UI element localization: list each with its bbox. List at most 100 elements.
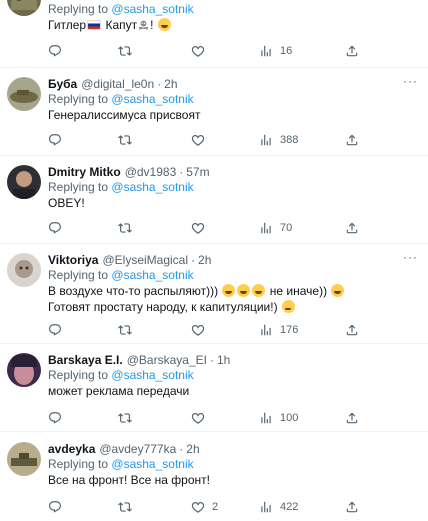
tweet-text: Все на фронт! Все на фронт! bbox=[48, 473, 210, 487]
like-icon bbox=[191, 44, 205, 58]
tweet-header: Viktoriya @ElyseiMagical · 2h bbox=[48, 253, 420, 268]
timestamp[interactable]: 57m bbox=[186, 165, 209, 180]
retweet-button[interactable] bbox=[118, 44, 132, 58]
separator-dot: · bbox=[209, 353, 214, 367]
views-button[interactable]: 16 bbox=[259, 44, 292, 58]
reply-button[interactable] bbox=[48, 221, 62, 235]
reply-button[interactable] bbox=[48, 411, 62, 425]
retweet-button[interactable] bbox=[118, 411, 132, 425]
tweet-header: Barskaya E.I. @Barskaya_EI · 1h bbox=[48, 353, 420, 368]
like-button[interactable] bbox=[191, 133, 205, 147]
grin-emoji-icon bbox=[331, 284, 345, 297]
tweet-0[interactable]: Replying to @sasha_sotnik Гитлер Капут! … bbox=[0, 0, 428, 68]
tweet-header: Буба @digital_le0n · 2h bbox=[48, 77, 420, 92]
replying-to: Replying to @sasha_sotnik bbox=[48, 368, 194, 382]
share-button[interactable] bbox=[345, 500, 359, 514]
retweet-button[interactable] bbox=[118, 500, 132, 514]
like-button[interactable] bbox=[191, 323, 205, 337]
share-icon bbox=[345, 411, 359, 425]
timestamp[interactable]: 1h bbox=[217, 353, 230, 368]
reply-icon bbox=[48, 411, 62, 425]
more-icon[interactable]: ··· bbox=[403, 74, 418, 88]
retweet-button[interactable] bbox=[118, 133, 132, 147]
like-button[interactable]: 2 bbox=[191, 500, 218, 514]
tweet-1[interactable]: Буба @digital_le0n · 2h Replying to @sas… bbox=[0, 68, 428, 156]
avatar[interactable] bbox=[7, 353, 41, 387]
reply-icon bbox=[48, 221, 62, 235]
like-button[interactable] bbox=[191, 44, 205, 58]
avatar[interactable] bbox=[7, 77, 41, 111]
views-count: 422 bbox=[280, 501, 299, 513]
user-handle[interactable]: @digital_le0n bbox=[81, 77, 154, 92]
views-button[interactable]: 70 bbox=[259, 221, 292, 235]
share-icon bbox=[345, 44, 359, 58]
views-button[interactable]: 422 bbox=[259, 500, 298, 514]
tweet-header: avdeyka @avdey777ka · 2h bbox=[48, 442, 420, 457]
timestamp[interactable]: 2h bbox=[186, 442, 199, 457]
reply-button[interactable] bbox=[48, 44, 62, 58]
avatar[interactable] bbox=[7, 0, 41, 16]
views-count: 176 bbox=[280, 324, 299, 336]
display-name[interactable]: Буба bbox=[48, 77, 77, 92]
share-button[interactable] bbox=[345, 133, 359, 147]
mention-link[interactable]: @sasha_sotnik bbox=[111, 368, 193, 382]
tweet-3[interactable]: Viktoriya @ElyseiMagical · 2h Replying t… bbox=[0, 244, 428, 344]
avatar[interactable] bbox=[7, 442, 41, 476]
grin-emoji-icon bbox=[237, 284, 251, 297]
tweet-2[interactable]: Dmitry Mitko @dv1983 · 57m Replying to @… bbox=[0, 156, 428, 244]
like-button[interactable] bbox=[191, 221, 205, 235]
display-name[interactable]: Barskaya E.I. bbox=[48, 353, 123, 368]
views-count: 388 bbox=[280, 134, 299, 146]
share-button[interactable] bbox=[345, 411, 359, 425]
tweet-5[interactable]: avdeyka @avdey777ka · 2h Replying to @sa… bbox=[0, 432, 428, 521]
display-name[interactable]: Viktoriya bbox=[48, 253, 98, 268]
retweet-button[interactable] bbox=[118, 323, 132, 337]
like-icon bbox=[191, 323, 205, 337]
mention-link[interactable]: @sasha_sotnik bbox=[111, 457, 193, 471]
grin-emoji-icon bbox=[222, 284, 236, 297]
display-name[interactable]: avdeyka bbox=[48, 442, 95, 457]
user-handle[interactable]: @avdey777ka bbox=[99, 442, 176, 457]
mention-link[interactable]: @sasha_sotnik bbox=[111, 180, 193, 194]
more-icon[interactable]: ··· bbox=[403, 250, 418, 264]
user-handle[interactable]: @dv1983 bbox=[125, 165, 177, 180]
views-button[interactable]: 100 bbox=[259, 411, 298, 425]
views-button[interactable]: 176 bbox=[259, 323, 298, 337]
retweet-button[interactable] bbox=[118, 221, 132, 235]
reply-button[interactable] bbox=[48, 323, 62, 337]
replying-to: Replying to @sasha_sotnik bbox=[48, 457, 194, 471]
retweet-icon bbox=[118, 133, 132, 147]
share-button[interactable] bbox=[345, 221, 359, 235]
timestamp[interactable]: 2h bbox=[164, 77, 177, 92]
display-name[interactable]: Dmitry Mitko bbox=[48, 165, 121, 180]
smiley-emoji-icon bbox=[157, 18, 171, 31]
reply-button[interactable] bbox=[48, 500, 62, 514]
share-icon bbox=[345, 221, 359, 235]
mention-link[interactable]: @sasha_sotnik bbox=[111, 268, 193, 282]
tweet-header: Dmitry Mitko @dv1983 · 57m bbox=[48, 165, 420, 180]
like-icon bbox=[191, 411, 205, 425]
like-button[interactable] bbox=[191, 411, 205, 425]
share-button[interactable] bbox=[345, 323, 359, 337]
mention-link[interactable]: @sasha_sotnik bbox=[111, 92, 193, 106]
tweet-text: В воздухе что-то распыляют))) не иначе))… bbox=[48, 283, 420, 315]
user-handle[interactable]: @ElyseiMagical bbox=[102, 253, 188, 268]
avatar[interactable] bbox=[7, 165, 41, 199]
tweet-4[interactable]: Barskaya E.I. @Barskaya_EI · 1h Replying… bbox=[0, 344, 428, 432]
avatar[interactable] bbox=[7, 253, 41, 287]
views-icon bbox=[259, 500, 273, 514]
retweet-icon bbox=[118, 221, 132, 235]
user-handle[interactable]: @Barskaya_EI bbox=[127, 353, 207, 368]
mention-link[interactable]: @sasha_sotnik bbox=[111, 2, 193, 16]
share-button[interactable] bbox=[345, 44, 359, 58]
retweet-icon bbox=[118, 44, 132, 58]
reply-button[interactable] bbox=[48, 133, 62, 147]
timestamp[interactable]: 2h bbox=[198, 253, 211, 268]
russia-flag-icon bbox=[87, 20, 102, 30]
reply-icon bbox=[48, 500, 62, 514]
tweet-text: может реклама передачи bbox=[48, 384, 190, 398]
replying-to: Replying to @sasha_sotnik bbox=[48, 92, 194, 106]
views-button[interactable]: 388 bbox=[259, 133, 298, 147]
reply-icon bbox=[48, 44, 62, 58]
wink-emoji-icon bbox=[281, 300, 295, 313]
